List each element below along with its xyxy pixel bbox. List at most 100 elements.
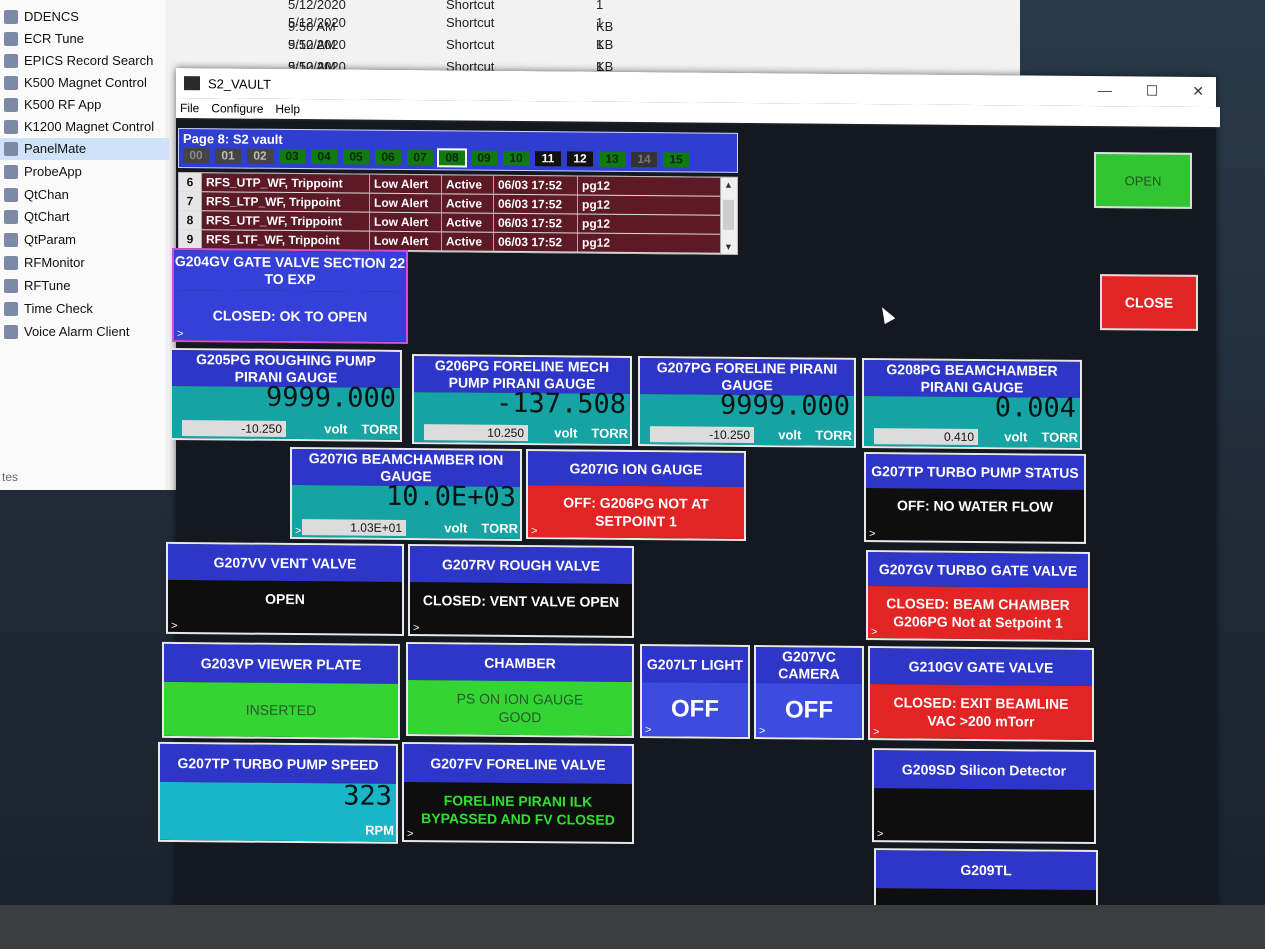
shortcut-icon: [4, 76, 18, 90]
page-button-05[interactable]: 05: [343, 149, 369, 165]
tile-chamber[interactable]: CHAMBER PS ON ION GAUGE GOOD: [406, 642, 634, 738]
explorer-item[interactable]: RFMonitor: [0, 252, 85, 274]
explorer-item-label: Time Check: [24, 301, 93, 316]
explorer-item[interactable]: ECR Tune: [0, 28, 84, 50]
mouse-cursor-icon: [876, 304, 896, 325]
explorer-item-label: Voice Alarm Client: [24, 324, 130, 339]
tile-g207tp-turbo-pump-status[interactable]: G207TP TURBO PUMP STATUS OFF: NO WATER F…: [864, 452, 1086, 544]
alarm-level-cell: Low Alert: [369, 174, 441, 194]
page-button-03[interactable]: 03: [279, 148, 305, 165]
minimize-button[interactable]: —: [1098, 82, 1112, 99]
tile-g205pg-roughing-pump-gauge[interactable]: G205PG ROUGHING PUMP PIRANI GAUGE 9999.0…: [170, 347, 402, 442]
caret-icon: >: [759, 725, 766, 738]
shortcut-icon: [4, 256, 18, 270]
tile-status: [874, 788, 1094, 840]
gauge-value: 323: [343, 780, 392, 812]
tile-g206pg-foreline-mech-gauge[interactable]: G206PG FORELINE MECH PUMP PIRANI GAUGE -…: [412, 354, 632, 446]
explorer-item[interactable]: K500 RF App: [0, 94, 101, 116]
page-button-00[interactable]: 00: [183, 148, 209, 164]
caret-icon: >: [171, 619, 178, 633]
open-button[interactable]: OPEN: [1094, 152, 1192, 209]
tile-header: G210GV GATE VALVE: [870, 648, 1092, 686]
unit-volt: volt: [778, 427, 802, 443]
tile-g207gv-turbo-gate-valve[interactable]: G207GV TURBO GATE VALVE CLOSED: BEAM CHA…: [866, 550, 1090, 642]
tile-g207vv-vent-valve[interactable]: G207VV VENT VALVE OPEN >: [166, 541, 404, 636]
menu-configure[interactable]: Configure: [211, 101, 263, 115]
explorer-item-label: QtParam: [24, 232, 77, 247]
menu-help[interactable]: Help: [275, 102, 300, 116]
gauge-value: 9999.000: [265, 381, 396, 414]
page-button-06[interactable]: 06: [375, 149, 401, 165]
gauge-value: 9999.000: [719, 389, 850, 422]
scroll-thumb[interactable]: [723, 199, 734, 230]
explorer-item[interactable]: RFTune: [0, 275, 70, 297]
maximize-button[interactable]: ☐: [1146, 82, 1159, 99]
page-button-13[interactable]: 13: [599, 151, 625, 167]
menu-file[interactable]: File: [180, 101, 199, 115]
explorer-item-label: PanelMate: [24, 141, 87, 156]
page-button-01[interactable]: 01: [215, 148, 241, 164]
explorer-item-selected[interactable]: PanelMate: [0, 138, 169, 160]
scroll-down-icon[interactable]: ▼: [724, 242, 733, 252]
page-button-07[interactable]: 07: [407, 150, 433, 166]
tile-status: OFF: [642, 682, 748, 737]
alarm-num-cell: 6: [179, 173, 201, 192]
tile-g207ig-beamchamber-ion-gauge[interactable]: G207IG BEAMCHAMBER ION GAUGE 10.0E+03 1.…: [290, 446, 522, 542]
explorer-item[interactable]: Time Check: [0, 298, 93, 320]
page-button-04[interactable]: 04: [311, 149, 337, 165]
gauge-value: 10.0E+03: [385, 480, 516, 513]
tile-g207vc-camera[interactable]: G207VC CAMERA OFF >: [754, 645, 864, 741]
tile-g207rv-rough-valve[interactable]: G207RV ROUGH VALVE CLOSED: VENT VALVE OP…: [408, 544, 634, 638]
page-button-08[interactable]: 08: [437, 148, 467, 168]
alarm-time-cell: 06/03 17:52: [493, 213, 577, 233]
close-window-button[interactable]: ✕: [1192, 83, 1204, 100]
page-button-10[interactable]: 10: [503, 150, 529, 167]
monitor-bezel: [0, 905, 1265, 949]
page-button-11[interactable]: 11: [535, 151, 561, 167]
caret-icon: >: [413, 622, 420, 635]
gauge-value: -137.508: [495, 387, 626, 420]
page-button-02[interactable]: 02: [247, 148, 273, 164]
tile-header: G207GV TURBO GATE VALVE: [868, 552, 1088, 588]
page-button-15[interactable]: 15: [663, 152, 689, 168]
tile-header: G207TP TURBO PUMP STATUS: [866, 454, 1084, 490]
tile-header: G207IG ION GAUGE: [528, 451, 744, 487]
tile-g207pg-foreline-pirani-gauge[interactable]: G207PG FORELINE PIRANI GAUGE 9999.000 -1…: [638, 356, 856, 448]
explorer-item[interactable]: QtChart: [0, 206, 70, 228]
alarm-scrollbar[interactable]: ▲ ▼: [720, 177, 737, 254]
page-button-14[interactable]: 14: [631, 151, 657, 168]
shortcut-icon: [4, 210, 18, 224]
tile-g207lt-light[interactable]: G207LT LIGHT OFF >: [640, 644, 750, 740]
explorer-item[interactable]: K500 Magnet Control: [0, 72, 147, 94]
tile-status: CLOSED: EXIT BEAMLINE VAC >200 mTorr: [870, 684, 1092, 740]
tile-status: OPEN: [265, 590, 305, 608]
page-button-12[interactable]: 12: [567, 151, 593, 167]
tile-g208pg-beamchamber-gauge[interactable]: G208PG BEAMCHAMBER PIRANI GAUGE 0.004 0.…: [862, 357, 1082, 450]
alarm-time-cell: 06/03 17:52: [493, 194, 577, 214]
tile-g207ig-ion-gauge[interactable]: G207IG ION GAUGE OFF: G206PG NOT AT SETP…: [526, 449, 746, 541]
alarm-time-cell: 06/03 17:52: [493, 232, 577, 252]
explorer-item-label: QtChan: [24, 187, 69, 202]
explorer-item-label: EPICS Record Search: [24, 53, 154, 68]
explorer-item[interactable]: EPICS Record Search: [0, 50, 153, 72]
explorer-item[interactable]: ProbeApp: [0, 161, 82, 183]
tile-g210gv-gate-valve[interactable]: G210GV GATE VALVE CLOSED: EXIT BEAMLINE …: [868, 646, 1094, 743]
explorer-item-label: K500 Magnet Control: [24, 75, 147, 90]
tile-g209sd-silicon-detector[interactable]: G209SD Silicon Detector >: [872, 748, 1096, 845]
tile-g207tp-turbo-pump-speed[interactable]: G207TP TURBO PUMP SPEED 323 RPM: [158, 741, 398, 844]
explorer-item[interactable]: Voice Alarm Client: [0, 321, 130, 343]
scroll-up-icon[interactable]: ▲: [724, 180, 733, 190]
tile-header: G204GV GATE VALVE SECTION 22 TO EXP: [174, 249, 406, 293]
explorer-item[interactable]: K1200 Magnet Control: [0, 116, 154, 138]
close-button[interactable]: CLOSE: [1100, 274, 1198, 331]
explorer-item[interactable]: QtChan: [0, 184, 69, 206]
tile-g203vp-viewer-plate[interactable]: G203VP VIEWER PLATE INSERTED: [162, 641, 400, 740]
alarm-name-cell: RFS_UTF_WF, Trippoint: [201, 211, 369, 231]
tile-g207fv-foreline-valve[interactable]: G207FV FORELINE VALVE FORELINE PIRANI IL…: [402, 741, 634, 844]
page-button-09[interactable]: 09: [471, 150, 497, 166]
explorer-item[interactable]: QtParam: [0, 229, 76, 251]
explorer-item[interactable]: DDENCS: [0, 6, 79, 28]
alarm-state-cell: Active: [441, 194, 493, 213]
tile-g204gv-gate-valve[interactable]: G204GV GATE VALVE SECTION 22 TO EXP CLOS…: [172, 247, 408, 345]
tile-header: G203VP VIEWER PLATE: [164, 643, 398, 684]
